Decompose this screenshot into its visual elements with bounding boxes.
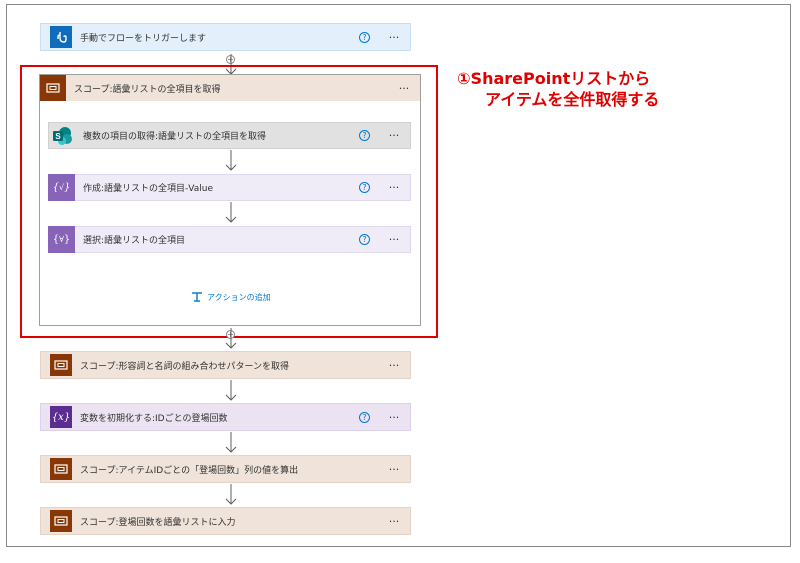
more-options-button[interactable]: ··· xyxy=(384,411,404,424)
variable-icon: {x} xyxy=(50,406,72,428)
connector-arrow xyxy=(225,380,237,401)
hand-touch-icon xyxy=(50,26,72,48)
help-icon[interactable]: ? xyxy=(359,411,370,423)
callout-line-1: ①SharePointリストから xyxy=(457,69,651,88)
callout-annotation: ①SharePointリストから アイテムを全件取得する xyxy=(457,68,659,110)
scope-card[interactable]: スコープ:形容詞と名詞の組み合わせパターンを取得 ··· xyxy=(40,351,411,379)
trigger-label: 手動でフローをトリガーします xyxy=(80,33,207,44)
scope-icon xyxy=(50,354,72,376)
help-icon[interactable]: ? xyxy=(359,31,370,43)
callout-line-2: アイテムを全件取得する xyxy=(485,90,660,109)
step-label: 変数を初期化する:IDごとの登場回数 xyxy=(80,413,228,424)
scope-card[interactable]: スコープ:アイテムIDごとの「登場回数」列の値を算出 ··· xyxy=(40,455,411,483)
more-options-button[interactable]: ··· xyxy=(384,31,404,44)
step-label: スコープ:アイテムIDごとの「登場回数」列の値を算出 xyxy=(80,465,299,476)
more-options-button[interactable]: ··· xyxy=(384,359,404,372)
scope-icon xyxy=(50,510,72,532)
more-options-button[interactable]: ··· xyxy=(384,515,404,528)
step-label: スコープ:登場回数を語彙リストに入力 xyxy=(80,517,236,528)
connector-arrow xyxy=(225,328,237,349)
scope-icon xyxy=(50,458,72,480)
highlight-frame xyxy=(20,65,438,338)
trigger-card[interactable]: 手動でフローをトリガーします ? ··· xyxy=(40,23,411,51)
more-options-button[interactable]: ··· xyxy=(384,463,404,476)
scope-card[interactable]: スコープ:登場回数を語彙リストに入力 ··· xyxy=(40,507,411,535)
connector-arrow xyxy=(225,484,237,505)
variable-card[interactable]: {x} 変数を初期化する:IDごとの登場回数 ? ··· xyxy=(40,403,411,431)
step-label: スコープ:形容詞と名詞の組み合わせパターンを取得 xyxy=(80,361,290,372)
connector-arrow xyxy=(225,432,237,453)
